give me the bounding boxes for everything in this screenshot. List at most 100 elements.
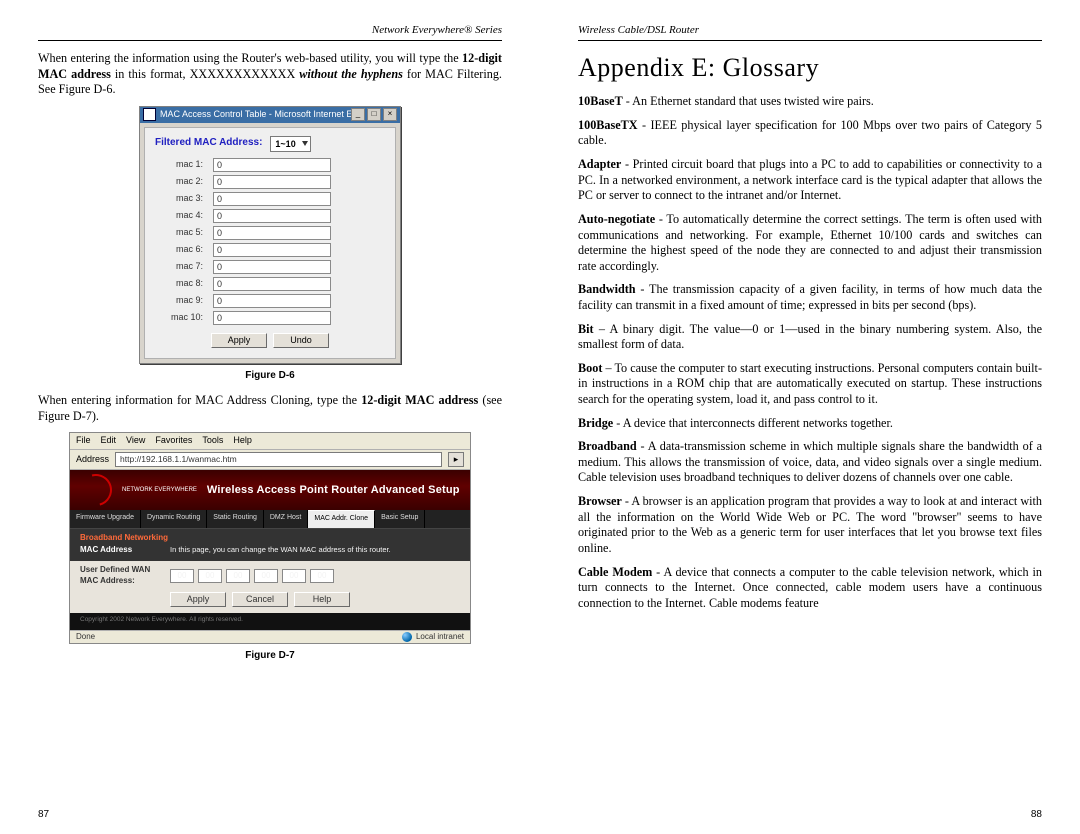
glossary-term: 10BaseT bbox=[578, 94, 623, 108]
menu-item[interactable]: Tools bbox=[202, 435, 223, 447]
mac-input[interactable]: 0 bbox=[213, 243, 331, 257]
router-footer: Copyright 2002 Network Everywhere. All r… bbox=[70, 613, 470, 629]
mac-rows-container: mac 1:0mac 2:0mac 3:0mac 4:0mac 5:0mac 6… bbox=[155, 158, 385, 325]
apply-button[interactable]: Apply bbox=[170, 592, 226, 608]
glossary-definition: – A binary digit. The value—0 or 1—used … bbox=[578, 322, 1042, 352]
glossary-entry: Broadband - A data-transmission scheme i… bbox=[578, 439, 1042, 486]
glossary-definition: - A data-transmission scheme in which mu… bbox=[578, 439, 1042, 484]
section-banner: Broadband Networking bbox=[80, 533, 462, 543]
running-header-left: Network Everywhere® Series bbox=[38, 24, 502, 41]
mac-input[interactable]: 0 bbox=[213, 311, 331, 325]
glossary-entry: 100BaseTX - IEEE physical layer specific… bbox=[578, 118, 1042, 149]
undo-button[interactable]: Undo bbox=[273, 333, 329, 349]
glossary-heading: Appendix E: Glossary bbox=[578, 51, 1042, 84]
mac-row: mac 4: 0 bbox=[155, 209, 385, 223]
router-tab[interactable]: Static Routing bbox=[207, 510, 264, 528]
mac-input[interactable]: 0 bbox=[213, 158, 331, 172]
page-right: Wireless Cable/DSL Router Appendix E: Gl… bbox=[540, 0, 1080, 834]
glossary-definition: - The transmission capacity of a given f… bbox=[578, 282, 1042, 312]
status-left: Done bbox=[76, 632, 95, 642]
mac-address-desc: In this page, you can change the WAN MAC… bbox=[170, 545, 391, 555]
mac-row-label: mac 10: bbox=[155, 312, 203, 324]
address-input[interactable]: http://192.168.1.1/wanmac.htm bbox=[115, 452, 442, 467]
minimize-button[interactable]: _ bbox=[351, 108, 365, 121]
paragraph-mac-filtering: When entering the information using the … bbox=[38, 51, 502, 98]
mac-input[interactable]: 0 bbox=[213, 226, 331, 240]
router-banner: NETWORK EVERYWHERE Wireless Access Point… bbox=[70, 470, 470, 510]
mac-address-row: MAC Address In this page, you can change… bbox=[80, 545, 462, 555]
router-title: Wireless Access Point Router Advanced Se… bbox=[207, 483, 460, 497]
router-tab[interactable]: MAC Addr. Clone bbox=[308, 510, 375, 528]
window-buttons: _ □ × bbox=[351, 108, 397, 121]
mac-input[interactable]: 0 bbox=[213, 192, 331, 206]
glossary-term: Adapter bbox=[578, 157, 621, 171]
glossary-term: Auto-negotiate bbox=[578, 212, 655, 226]
glossary-entry: Browser - A browser is an application pr… bbox=[578, 494, 1042, 556]
glossary-definition: - Printed circuit board that plugs into … bbox=[578, 157, 1042, 202]
router-section-light: User Defined WAN MAC Address: 0000000000… bbox=[70, 561, 470, 613]
mac-row-label: mac 4: bbox=[155, 210, 203, 222]
glossary-entry: Cable Modem - A device that connects a c… bbox=[578, 565, 1042, 612]
router-tab[interactable]: Dynamic Routing bbox=[141, 510, 207, 528]
glossary-entry: Bandwidth - The transmission capacity of… bbox=[578, 282, 1042, 313]
two-page-spread: Network Everywhere® Series When entering… bbox=[0, 0, 1080, 834]
mac-row-label: mac 1: bbox=[155, 159, 203, 171]
mac-input[interactable]: 0 bbox=[213, 260, 331, 274]
glossary-term: Bridge bbox=[578, 416, 613, 430]
maximize-button[interactable]: □ bbox=[367, 108, 381, 121]
hex-input[interactable]: 00 bbox=[170, 569, 194, 583]
hex-input-group: 00 00 00 00 00 00 bbox=[170, 569, 334, 583]
user-defined-row: User Defined WAN MAC Address: 0000000000… bbox=[80, 565, 462, 585]
hex-input[interactable]: 00 bbox=[198, 569, 222, 583]
browser-window: File Edit View Favorites Tools Help Address h… bbox=[69, 432, 471, 643]
go-button[interactable]: ▸ bbox=[448, 452, 464, 467]
mac-input[interactable]: 0 bbox=[213, 294, 331, 308]
cancel-button[interactable]: Cancel bbox=[232, 592, 288, 608]
glossary-definition: - IEEE physical layer specification for … bbox=[578, 118, 1042, 148]
mac-row: mac 10: 0 bbox=[155, 311, 385, 325]
router-section-dark: Broadband Networking MAC Address In this… bbox=[70, 529, 470, 561]
mac-input[interactable]: 0 bbox=[213, 175, 331, 189]
hex-input[interactable]: 00 bbox=[254, 569, 278, 583]
router-button-row: Apply Cancel Help bbox=[170, 592, 462, 608]
hex-input[interactable]: 00 bbox=[282, 569, 306, 583]
hex-input[interactable]: 00 bbox=[310, 569, 334, 583]
mac-row: mac 2:0 bbox=[155, 175, 385, 189]
menu-item[interactable]: Edit bbox=[101, 435, 117, 447]
dialog-title-bar: MAC Access Control Table - Microsoft Int… bbox=[140, 107, 400, 123]
mac-row: mac 6:0 bbox=[155, 243, 385, 257]
mac-input[interactable]: 0 bbox=[213, 209, 331, 223]
browser-status-bar: Done Local intranet bbox=[70, 630, 470, 643]
menu-item[interactable]: File bbox=[76, 435, 91, 447]
mac-row: mac 7:0 bbox=[155, 260, 385, 274]
filtered-mac-row: Filtered MAC Address: 1~10 bbox=[155, 136, 385, 152]
apply-button[interactable]: Apply bbox=[211, 333, 267, 349]
router-page: NETWORK EVERYWHERE Wireless Access Point… bbox=[70, 470, 470, 630]
glossary-entry: Auto-negotiate - To automatically determ… bbox=[578, 212, 1042, 274]
mac-row: mac 3:0 bbox=[155, 192, 385, 206]
mac-row: mac 5:0 bbox=[155, 226, 385, 240]
glossary-term: Bandwidth bbox=[578, 282, 636, 296]
menu-item[interactable]: View bbox=[126, 435, 145, 447]
mac-row-label: mac 9: bbox=[155, 295, 203, 307]
glossary-definition: - A device that interconnects different … bbox=[613, 416, 893, 430]
router-tab[interactable]: Firmware Upgrade bbox=[70, 510, 141, 528]
router-tab[interactable]: DMZ Host bbox=[264, 510, 309, 528]
page-left: Network Everywhere® Series When entering… bbox=[0, 0, 540, 834]
router-tab[interactable]: Basic Setup bbox=[375, 510, 425, 528]
text-italic: without the hyphens bbox=[299, 67, 403, 81]
running-header-right: Wireless Cable/DSL Router bbox=[578, 24, 1042, 41]
figure-d7: File Edit View Favorites Tools Help Address h… bbox=[38, 432, 502, 662]
filtered-mac-label: Filtered MAC Address: bbox=[155, 137, 262, 150]
paragraph-mac-cloning: When entering information for MAC Addres… bbox=[38, 393, 502, 424]
filtered-range-select[interactable]: 1~10 bbox=[270, 136, 310, 152]
mac-input[interactable]: 0 bbox=[213, 277, 331, 291]
menu-item[interactable]: Help bbox=[233, 435, 252, 447]
menu-item[interactable]: Favorites bbox=[155, 435, 192, 447]
address-label: Address bbox=[76, 454, 109, 466]
glossary-definition: - An Ethernet standard that uses twisted… bbox=[623, 94, 874, 108]
mac-row: mac 9: 0 bbox=[155, 294, 385, 308]
hex-input[interactable]: 00 bbox=[226, 569, 250, 583]
close-button[interactable]: × bbox=[383, 108, 397, 121]
help-button[interactable]: Help bbox=[294, 592, 350, 608]
